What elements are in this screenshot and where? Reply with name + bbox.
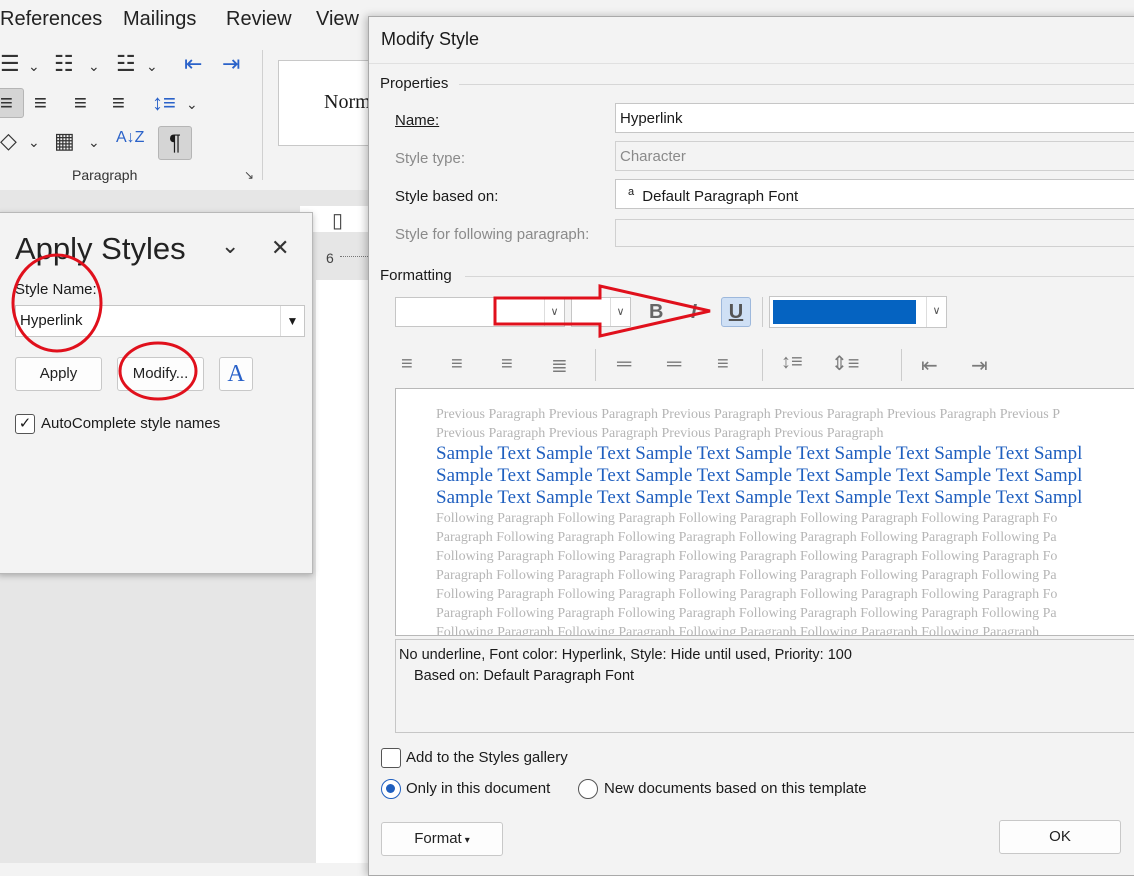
annotation-circle-modify — [118, 341, 198, 401]
annotation-circle-style-name — [11, 253, 103, 353]
annotation-arrow — [493, 284, 711, 338]
annotation-overlay — [11, 253, 711, 401]
